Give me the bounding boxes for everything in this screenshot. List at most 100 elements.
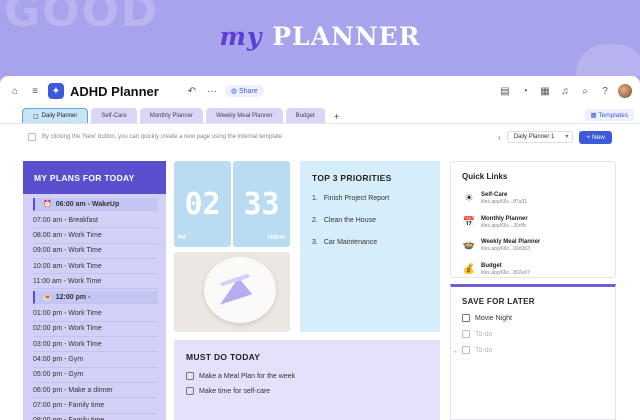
clock-hour-value: 02 (184, 186, 221, 222)
quick-link-self-care[interactable]: ☀ Self-Care itles.app/66c...ff7a31 (462, 187, 604, 211)
plan-row-text: 11:00 am - Work Time (33, 277, 102, 285)
link-title: Monthly Planner (481, 215, 528, 222)
plan-row-text: 05:00 pm - Gym (33, 371, 84, 379)
quick-link-weekly-meal-planner[interactable]: 🍲 Weekly Meal Planner itles.app/66c...00d… (462, 234, 604, 258)
todo-text: Movie Night (475, 314, 512, 322)
plan-row-text: 06:00 am - WakeUp (55, 200, 120, 208)
plan-row-text: 09:00 am - Work Time (33, 247, 102, 255)
plan-row[interactable]: 01:00 pm - Work Time (33, 306, 158, 322)
todo-item[interactable]: Movie Night (462, 314, 604, 322)
checklist-icon[interactable]: ▤ (498, 84, 512, 98)
clock-day: FRIDAY (267, 235, 286, 241)
banner-title: my PLANNER (0, 22, 640, 51)
templates-label: Templates (598, 112, 628, 119)
page-icon: ▢ (33, 113, 39, 120)
templates-button[interactable]: ▦ Templates (584, 109, 634, 121)
save-for-later-title: SAVE FOR LATER (462, 297, 535, 306)
plan-row[interactable]: 11:00 am - Work Time (33, 274, 158, 290)
undo-icon[interactable]: ↶ (185, 84, 199, 98)
clock-hour: 02 PM (174, 161, 231, 247)
todo-checkbox[interactable] (186, 387, 194, 395)
plan-row[interactable]: 🍝 12:00 pm - (33, 291, 158, 305)
content-area: MY PLANS FOR TODAY ⏰ 06:00 am - WakeUp 07:… (0, 150, 640, 420)
plan-row[interactable]: 02:00 pm - Work Time (33, 322, 158, 338)
todo-item[interactable]: Make a Meal Plan for the week (186, 372, 428, 380)
hint-text: By clicking the 'New' button, you can qu… (42, 134, 283, 140)
plan-row[interactable]: 07:00 pm - Family time (33, 398, 158, 414)
todo-placeholder[interactable]: To-do (462, 346, 604, 354)
plan-row-text: 03:00 pm - Work Time (33, 340, 102, 348)
calendar-icon[interactable]: ▦ (538, 84, 552, 98)
share-label: Share (238, 87, 258, 95)
plan-row[interactable]: 08:00 am - Work Time (33, 228, 158, 244)
priority-item[interactable]: 1. Finish Project Report (312, 195, 428, 202)
info-checkbox[interactable] (28, 133, 36, 141)
todo-item[interactable]: Make time for self-care (186, 387, 428, 395)
plan-row[interactable]: 05:00 pm - Gym (33, 368, 158, 383)
todo-checkbox[interactable] (462, 314, 470, 322)
plan-row[interactable]: 03:00 pm - Work Time (33, 337, 158, 353)
plan-row-text: 07:00 pm - Family time (33, 401, 105, 409)
priority-item[interactable]: 2. Clean the House (312, 217, 428, 224)
add-item-icon[interactable]: + (453, 349, 457, 356)
banner-title-my: my (219, 22, 263, 51)
clock-widget: 02 PM 33 FRIDAY (174, 161, 290, 247)
todo-checkbox[interactable] (462, 346, 470, 354)
todo-placeholder[interactable]: To-do (462, 330, 604, 338)
bell-icon[interactable]: ♫ (558, 84, 572, 98)
tab-label: Self-Care (101, 112, 127, 119)
globe-icon: ◍ (230, 88, 237, 95)
quick-links-panel: Quick Links ☀ Self-Care itles.app/66c...f… (450, 161, 616, 278)
plan-row[interactable]: 04:00 pm - Gym (33, 352, 158, 368)
tab-monthly-planner[interactable]: Monthly Planner (139, 108, 204, 123)
plan-row[interactable]: 07:00 am - Breakfast (33, 213, 158, 229)
add-tab-button[interactable]: + (328, 112, 346, 123)
menu-icon[interactable]: ≡ (28, 84, 42, 98)
search-icon[interactable]: ⌕ (578, 84, 592, 98)
more-icon[interactable]: ··· (205, 84, 219, 98)
quick-link-budget[interactable]: 💰 Budget itles.app/66c...802e67 (462, 258, 604, 282)
todo-checkbox[interactable] (462, 330, 470, 338)
home-icon[interactable]: ⌂ (8, 84, 22, 98)
plan-row[interactable]: 08:00 pm - Family time (33, 414, 158, 420)
priority-number: 1. (312, 195, 318, 202)
calendar-icon: 📅 (462, 216, 476, 228)
plan-row[interactable]: 10:00 am - Work Time (33, 259, 158, 275)
tab-label: Daily Planner (41, 113, 78, 119)
topbar: ⌂ ≡ ✦ ADHD Planner ↶ ··· ◍ Share ▤ ◔ ▦ ♫ … (0, 76, 640, 106)
plans-title: MY PLANS FOR TODAY (23, 161, 166, 194)
todo-placeholder-text: To-do (475, 330, 493, 338)
help-icon[interactable]: ? (598, 84, 612, 98)
link-title: Weekly Meal Planner (481, 239, 541, 246)
new-button[interactable]: + New (579, 130, 612, 144)
priority-number: 3. (312, 239, 318, 246)
quick-link-monthly-planner[interactable]: 📅 Monthly Planner itles.app/66c...30cffc (462, 211, 604, 235)
tab-self-care[interactable]: Self-Care (91, 108, 137, 123)
plan-row[interactable]: 09:00 am - Work Time (33, 244, 158, 259)
link-title: Self-Care (481, 192, 508, 199)
banner-title-planner: PLANNER (272, 22, 421, 51)
tab-daily-planner[interactable]: ▢ Daily Planner (22, 108, 89, 123)
link-url: itles.app/66c...30cffc (481, 222, 527, 229)
plan-row-text: 02:00 pm - Work Time (33, 325, 102, 333)
priority-item[interactable]: 3. Car Maintenance (312, 239, 428, 246)
tab-bar: ▢ Daily Planner Self-Care Monthly Planner… (0, 106, 640, 124)
plan-row-text: 06:00 pm - Make a dinner (33, 386, 113, 394)
page-select[interactable]: Daily Planner 1 (506, 131, 574, 143)
clock-ampm: PM (178, 235, 186, 241)
avatar[interactable] (618, 84, 632, 98)
tab-label: Weekly Meal Planner (216, 112, 273, 119)
save-for-later-panel: SAVE FOR LATER Movie Night To-do To-do + (450, 284, 616, 420)
link-url: itles.app/66c...00d363 (481, 246, 530, 253)
plan-row[interactable]: 06:00 pm - Make a dinner (33, 383, 158, 399)
share-button[interactable]: ◍ Share (224, 85, 264, 97)
tab-label: Monthly Planner (149, 112, 194, 119)
notification-badge-icon[interactable]: ◔ (518, 84, 532, 98)
must-do-title: MUST DO TODAY (186, 352, 261, 362)
tab-budget[interactable]: Budget (285, 108, 325, 123)
chevron-left-icon[interactable]: ‹ (498, 133, 501, 142)
plan-row[interactable]: ⏰ 06:00 am - WakeUp (33, 198, 158, 211)
tab-weekly-meal-planner[interactable]: Weekly Meal Planner (206, 108, 283, 123)
todo-checkbox[interactable] (186, 372, 194, 380)
info-bar: By clicking the 'New' button, you can qu… (0, 124, 640, 150)
